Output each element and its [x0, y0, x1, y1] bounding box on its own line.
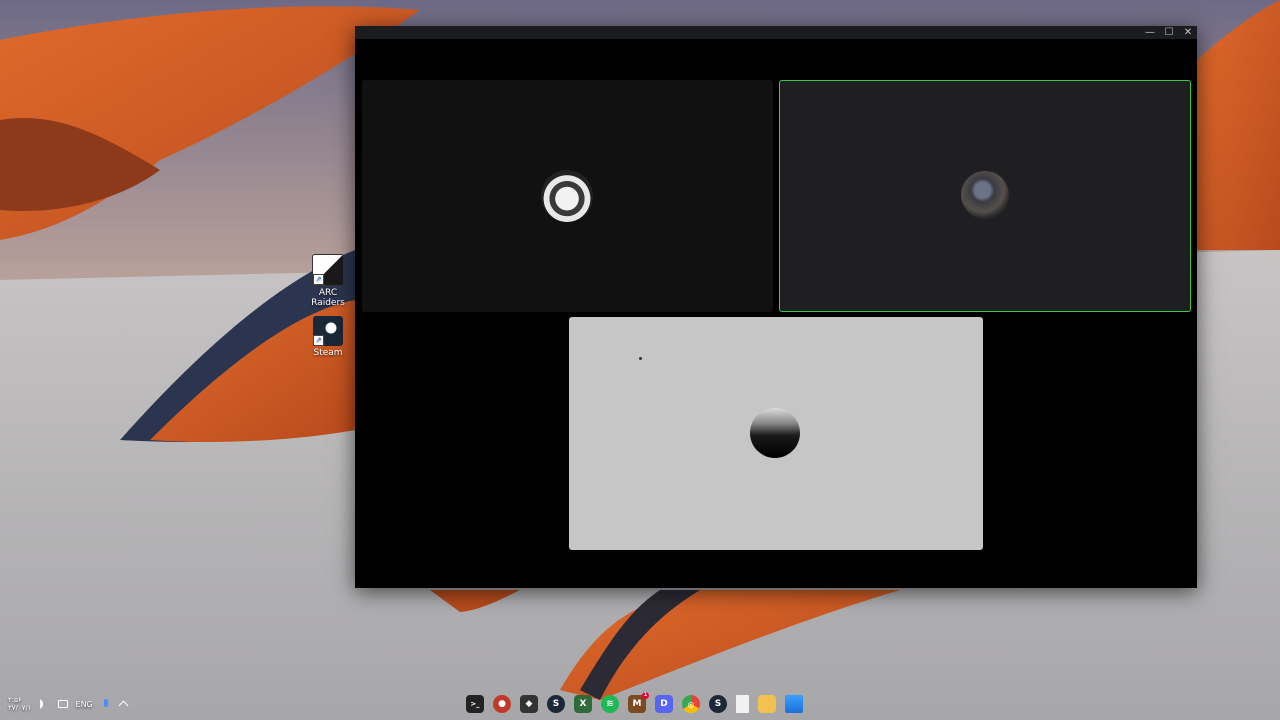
desktop-icon-steam[interactable]: ↗ Steam — [305, 316, 351, 358]
steam-icon[interactable]: S — [547, 695, 565, 713]
participant-tile-1[interactable] — [362, 80, 773, 312]
network-icon[interactable] — [57, 700, 68, 708]
desktop-icon-label: Steam — [313, 348, 343, 358]
desktop: ↗ ARC Raiders ↗ Steam — ☐ ✕ ۲:۵۶ ۲۷/۰۷/۱… — [0, 0, 1280, 720]
shortcut-arrow-icon: ↗ — [313, 335, 324, 346]
windows-start-icon[interactable] — [785, 695, 803, 713]
participant-tile-3[interactable] — [569, 317, 983, 550]
desktop-icon-arc-raiders[interactable]: ↗ ARC Raiders — [305, 254, 351, 308]
notification-badge: 1 — [642, 692, 649, 699]
document-icon[interactable] — [736, 695, 749, 713]
desktop-icon-label: ARC Raiders — [311, 288, 345, 308]
close-button[interactable]: ✕ — [1183, 26, 1193, 39]
system-tray: ۲:۵۶ ۲۷/۰۷/۱ ENG — [8, 696, 129, 712]
arc-raiders-icon: ↗ — [312, 254, 344, 286]
chevron-up-icon[interactable] — [118, 699, 129, 711]
steam-icon-2[interactable]: S — [709, 695, 727, 717]
taskbar: ۲:۵۶ ۲۷/۰۷/۱ ENG >_ ● ◆ S X ≋ M1 D ◎ S — [0, 690, 1280, 720]
shortcut-arrow-icon: ↗ — [313, 274, 324, 285]
clock-time: ۲:۵۶ — [8, 696, 22, 704]
cursor-dot — [639, 357, 642, 360]
participant-tile-2-speaking[interactable] — [779, 80, 1191, 312]
participant-avatar — [541, 170, 593, 222]
minimize-button[interactable]: — — [1145, 26, 1155, 39]
clock[interactable]: ۲:۵۶ ۲۷/۰۷/۱ — [8, 696, 32, 712]
file-explorer-icon[interactable] — [758, 695, 776, 713]
participant-avatar — [750, 408, 800, 458]
participant-avatar — [961, 171, 1009, 219]
xbox-app-icon[interactable]: X — [574, 695, 592, 713]
microphone-icon[interactable] — [101, 699, 111, 709]
maximize-button[interactable]: ☐ — [1164, 26, 1174, 39]
steam-icon: ↗ — [313, 316, 343, 346]
clock-date: ۲۷/۰۷/۱ — [8, 704, 32, 712]
chrome-icon[interactable]: ◎ — [682, 695, 700, 713]
crosshair-app-icon[interactable]: ◆ — [520, 695, 538, 713]
language-indicator[interactable]: ENG — [76, 700, 93, 709]
notification-app-icon[interactable]: M1 — [628, 692, 649, 713]
call-window[interactable]: — ☐ ✕ — [355, 26, 1197, 588]
spotify-icon[interactable]: ≋ — [601, 695, 619, 713]
window-controls: — ☐ ✕ — [1145, 26, 1193, 39]
taskbar-apps: >_ ● ◆ S X ≋ M1 D ◎ S — [466, 692, 803, 717]
terminal-icon[interactable]: >_ — [466, 695, 484, 713]
discord-icon[interactable]: D — [655, 695, 673, 713]
game-app-icon[interactable]: ● — [493, 695, 511, 717]
volume-icon[interactable] — [39, 699, 50, 709]
window-titlebar[interactable]: — ☐ ✕ — [355, 26, 1197, 39]
